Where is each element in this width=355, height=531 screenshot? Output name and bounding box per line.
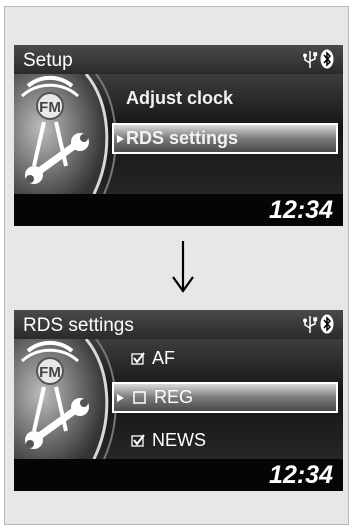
status-icons	[303, 49, 334, 69]
bluetooth-icon	[320, 314, 334, 334]
usb-icon	[303, 316, 318, 333]
setup-screen: Setup FM Adjust clock RDS settings 12:34	[14, 45, 343, 226]
menu-item-af[interactable]: AF	[112, 343, 338, 374]
rds-settings-screen: RDS settings FM AF REG NEWS 12:34	[14, 310, 343, 491]
clock-display: 12:34	[269, 461, 333, 489]
selection-cursor-icon	[117, 135, 124, 143]
usb-icon	[303, 51, 318, 68]
screen-title: RDS settings	[23, 315, 134, 336]
menu-item-label: RDS settings	[126, 128, 239, 148]
menu-item-adjust-clock[interactable]: Adjust clock	[112, 83, 338, 114]
fm-label: FM	[39, 364, 61, 381]
selection-cursor-icon	[117, 394, 124, 402]
menu-panel: FM Adjust clock RDS settings	[14, 74, 343, 194]
clock-bar: 12:34	[14, 459, 343, 491]
menu-item-rds-settings[interactable]: RDS settings	[112, 123, 338, 154]
menu-item-label: AF	[152, 348, 176, 368]
menu-item-label: REG	[154, 387, 194, 407]
down-arrow-icon	[172, 241, 194, 293]
bluetooth-icon	[320, 49, 334, 69]
clock-bar: 12:34	[14, 194, 343, 226]
screen-title: Setup	[23, 50, 73, 71]
checkbox-checked-icon[interactable]	[131, 434, 145, 447]
title-bar: RDS settings	[14, 310, 343, 339]
menu-item-reg[interactable]: REG	[112, 382, 338, 413]
menu-panel: FM AF REG NEWS	[14, 339, 343, 459]
checkbox-checked-icon[interactable]	[131, 352, 145, 365]
menu-item-label: NEWS	[152, 430, 206, 450]
status-icons	[303, 314, 334, 334]
checkbox-unchecked-icon[interactable]	[133, 391, 147, 404]
clock-display: 12:34	[269, 196, 333, 224]
menu-item-label: Adjust clock	[126, 88, 234, 108]
fm-label: FM	[39, 99, 61, 116]
title-bar: Setup	[14, 45, 343, 74]
menu-item-news[interactable]: NEWS	[112, 425, 338, 456]
